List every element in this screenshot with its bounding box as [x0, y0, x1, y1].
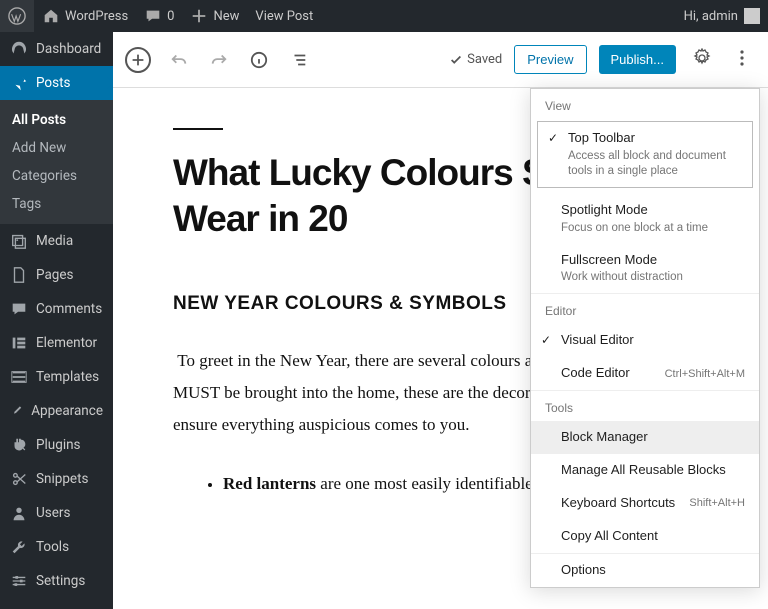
list-icon — [290, 51, 308, 69]
undo-icon — [170, 51, 188, 69]
admin-bar: WordPress 0 New View Post Hi, admin — [0, 0, 768, 32]
menu-item-code-editor[interactable]: Code Editor Ctrl+Shift+Alt+M — [531, 357, 759, 390]
info-button[interactable] — [247, 48, 271, 72]
home-icon — [42, 7, 60, 25]
new-label: New — [213, 9, 239, 24]
media-icon — [10, 232, 28, 250]
publish-button[interactable]: Publish... — [599, 45, 676, 74]
sidebar-item-media[interactable]: Media — [0, 224, 113, 258]
menu-item-top-toolbar[interactable]: ✓ Top Toolbar Access all block and docum… — [538, 122, 752, 187]
brush-icon — [10, 402, 23, 420]
menu-item-visual-editor[interactable]: ✓ Visual Editor — [531, 324, 759, 357]
wrench-icon — [10, 538, 28, 556]
check-icon — [449, 53, 463, 67]
sidebar-item-appearance[interactable]: Appearance — [0, 394, 113, 428]
editor-toolbar: Saved Preview Publish... — [113, 32, 768, 88]
sidebar-sub-tags[interactable]: Tags — [0, 190, 113, 218]
sidebar-item-pages[interactable]: Pages — [0, 258, 113, 292]
menu-item-spotlight[interactable]: Spotlight Mode Focus on one block at a t… — [531, 194, 759, 244]
preview-button[interactable]: Preview — [514, 45, 586, 74]
templates-icon — [10, 368, 28, 386]
sidebar-item-plugins[interactable]: Plugins — [0, 428, 113, 462]
scissors-icon — [10, 470, 28, 488]
admin-sidebar: Dashboard Posts All Posts Add New Catego… — [0, 32, 113, 609]
view-post-link[interactable]: View Post — [247, 0, 321, 32]
sidebar-sub-add-new[interactable]: Add New — [0, 134, 113, 162]
site-home-link[interactable]: WordPress — [34, 0, 136, 32]
add-block-button[interactable] — [125, 47, 151, 73]
sidebar-item-tools[interactable]: Tools — [0, 530, 113, 564]
sidebar-item-comments[interactable]: Comments — [0, 292, 113, 326]
wordpress-icon — [8, 7, 26, 25]
greeting: Hi, admin — [684, 9, 738, 24]
sidebar-item-posts[interactable]: Posts — [0, 66, 113, 100]
more-menu-button[interactable] — [728, 44, 756, 76]
outline-button[interactable] — [287, 48, 311, 72]
save-status: Saved — [449, 52, 502, 67]
menu-item-options[interactable]: Options — [531, 554, 759, 587]
page-icon — [10, 266, 28, 284]
gear-icon — [692, 48, 712, 68]
more-menu-dropdown: View ✓ Top Toolbar Access all block and … — [530, 88, 760, 588]
menu-item-keyboard-shortcuts[interactable]: Keyboard Shortcuts Shift+Alt+H — [531, 487, 759, 520]
comment-icon — [144, 7, 162, 25]
wp-logo[interactable] — [0, 0, 34, 32]
sidebar-item-dashboard[interactable]: Dashboard — [0, 32, 113, 66]
menu-section-tools: Tools — [531, 391, 759, 421]
comments-link[interactable]: 0 — [136, 0, 182, 32]
info-icon — [250, 51, 268, 69]
check-icon: ✓ — [541, 333, 551, 349]
new-link[interactable]: New — [182, 0, 247, 32]
pin-icon — [10, 74, 28, 92]
menu-item-block-manager[interactable]: Block Manager — [531, 421, 759, 454]
sidebar-sub-all-posts[interactable]: All Posts — [0, 106, 113, 134]
menu-item-copy-all[interactable]: Copy All Content — [531, 520, 759, 553]
account-menu[interactable]: Hi, admin — [684, 8, 768, 24]
menu-item-reusable-blocks[interactable]: Manage All Reusable Blocks — [531, 454, 759, 487]
menu-item-fullscreen[interactable]: Fullscreen Mode Work without distraction — [531, 244, 759, 294]
sidebar-item-templates[interactable]: Templates — [0, 360, 113, 394]
sidebar-sub-categories[interactable]: Categories — [0, 162, 113, 190]
undo-button[interactable] — [167, 48, 191, 72]
comments-count: 0 — [167, 9, 174, 24]
kebab-icon — [732, 48, 752, 68]
redo-icon — [210, 51, 228, 69]
redo-button[interactable] — [207, 48, 231, 72]
editor-pane: Saved Preview Publish... What Lucky Colo… — [113, 32, 768, 609]
settings-button[interactable] — [688, 44, 716, 76]
sliders-icon — [10, 572, 28, 590]
plus-icon — [129, 51, 147, 69]
comment-icon — [10, 300, 28, 318]
avatar — [744, 8, 760, 24]
site-name: WordPress — [65, 9, 128, 24]
plus-icon — [190, 7, 208, 25]
dashboard-icon — [10, 40, 28, 58]
separator — [173, 128, 223, 130]
sidebar-item-users[interactable]: Users — [0, 496, 113, 530]
menu-section-view: View — [531, 89, 759, 119]
elementor-icon — [10, 334, 28, 352]
user-icon — [10, 504, 28, 522]
check-icon: ✓ — [548, 131, 558, 147]
sidebar-item-elementor[interactable]: Elementor — [0, 326, 113, 360]
sidebar-item-settings[interactable]: Settings — [0, 564, 113, 598]
menu-section-editor: Editor — [531, 294, 759, 324]
plug-icon — [10, 436, 28, 454]
sidebar-item-snippets[interactable]: Snippets — [0, 462, 113, 496]
